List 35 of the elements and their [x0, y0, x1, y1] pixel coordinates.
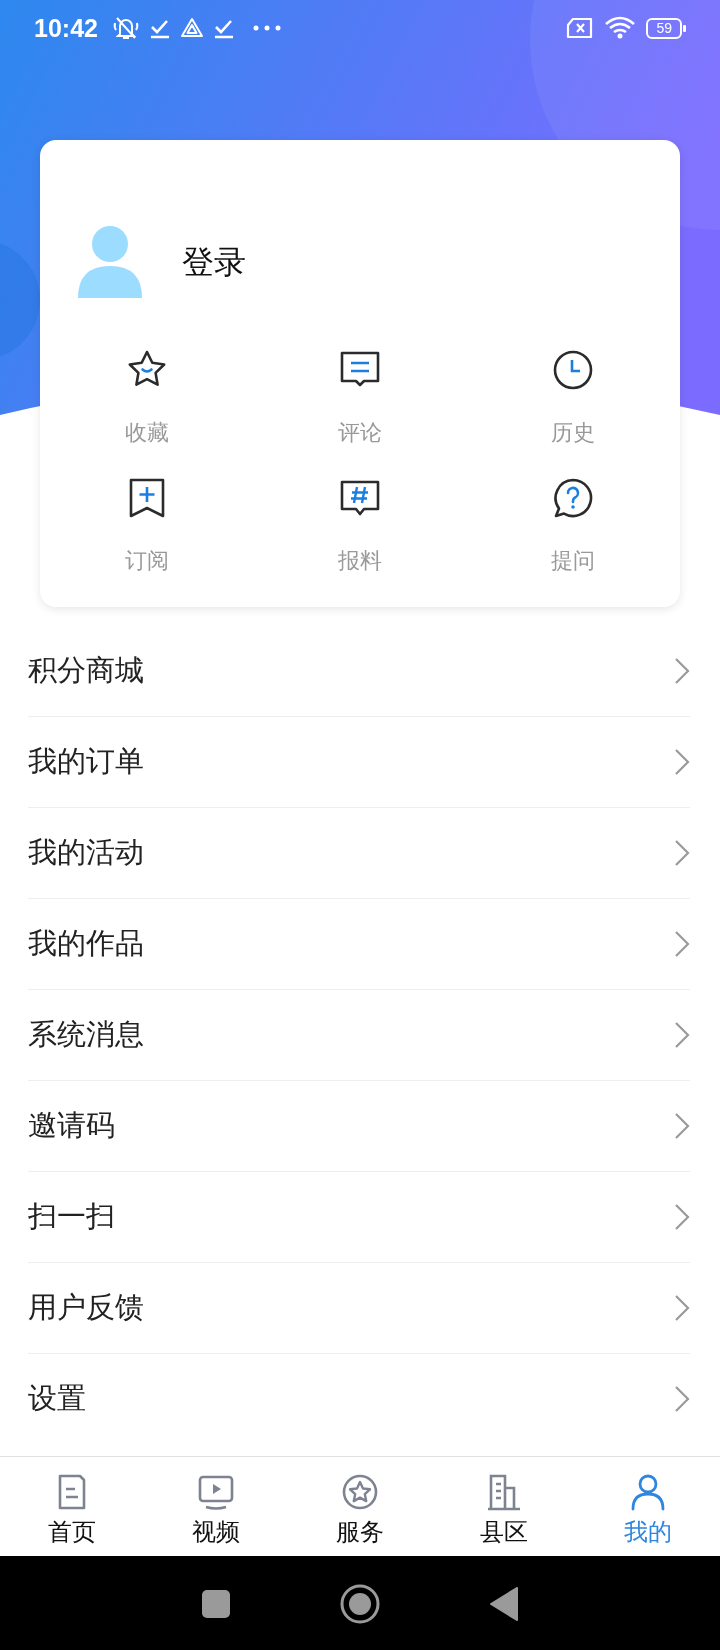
- chevron-right-icon: [674, 748, 690, 776]
- no-sim-icon: [566, 17, 595, 39]
- chevron-right-icon: [674, 839, 690, 867]
- menu-item[interactable]: 我的作品: [28, 899, 690, 990]
- triangle-icon: [179, 17, 204, 39]
- menu-item[interactable]: 系统消息: [28, 990, 690, 1081]
- chevron-right-icon: [674, 930, 690, 958]
- more-icon: [251, 24, 282, 32]
- chevron-right-icon: [674, 1294, 690, 1322]
- tab-item[interactable]: 县区: [432, 1457, 576, 1556]
- menu-item[interactable]: 我的订单: [28, 717, 690, 808]
- chevron-right-icon: [674, 1112, 690, 1140]
- menu-item[interactable]: 扫一扫: [28, 1172, 690, 1263]
- status-time: 10:42: [34, 13, 98, 43]
- chevron-right-icon: [674, 657, 690, 685]
- menu-item[interactable]: 设置: [28, 1354, 690, 1444]
- avatar-icon: [78, 226, 142, 300]
- chevron-right-icon: [674, 1021, 690, 1049]
- menu-item[interactable]: 邀请码: [28, 1081, 690, 1172]
- home-button[interactable]: [340, 1583, 380, 1624]
- wifi-icon: [604, 16, 637, 40]
- login-link[interactable]: 登录: [182, 241, 246, 285]
- back-button[interactable]: [490, 1586, 518, 1621]
- muted-bell-icon: [111, 15, 140, 41]
- star-badge-icon: [340, 1472, 380, 1512]
- chevron-right-icon: [674, 1385, 690, 1413]
- recents-button[interactable]: [202, 1589, 230, 1618]
- tab-item[interactable]: 视频: [144, 1457, 288, 1556]
- tab-item[interactable]: 首页: [0, 1457, 144, 1556]
- chevron-right-icon: [674, 1203, 690, 1231]
- menu-item[interactable]: 用户反馈: [28, 1263, 690, 1354]
- tab-item[interactable]: 服务: [288, 1457, 432, 1556]
- menu-item[interactable]: 我的活动: [28, 808, 690, 899]
- tab-item[interactable]: 我的: [576, 1457, 720, 1556]
- menu-item[interactable]: 积分商城: [28, 626, 690, 717]
